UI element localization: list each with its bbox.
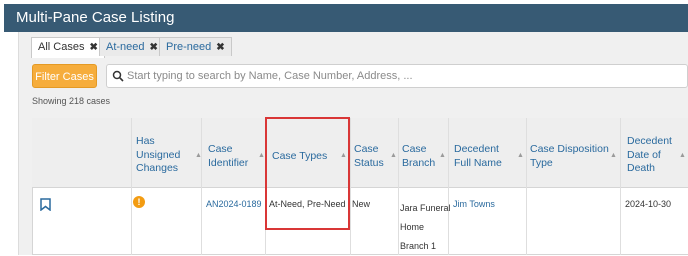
sort-icon[interactable]: ▲ (195, 152, 202, 159)
page-title: Multi-Pane Case Listing (16, 9, 175, 26)
search-placeholder: Start typing to search by Name, Case Num… (127, 70, 413, 82)
column-disposition (526, 118, 620, 255)
tab-label: All Cases (38, 41, 85, 53)
bookmark-icon[interactable] (40, 198, 51, 211)
sort-icon[interactable]: ▲ (390, 152, 397, 159)
sort-icon[interactable]: ▲ (517, 152, 524, 159)
date-of-death-value: 2024-10-30 (625, 199, 672, 209)
column-case-identifier (201, 118, 265, 255)
case-status-value: New (352, 199, 371, 209)
title-bar: Multi-Pane Case Listing (4, 4, 688, 32)
header-decedent-date-of-death[interactable]: Decedent Date of Death (627, 135, 672, 176)
close-icon[interactable]: ✖ (216, 42, 224, 53)
column-case-status (350, 118, 398, 255)
sort-icon[interactable]: ▲ (258, 152, 265, 159)
header-case-status[interactable]: Case Status (354, 143, 384, 170)
decedent-name-link[interactable]: Jim Towns (453, 199, 495, 209)
close-icon[interactable]: ✖ (150, 42, 158, 53)
tab-label: Pre-need (166, 41, 212, 53)
header-decedent-full-name[interactable]: Decedent Full Name (454, 143, 502, 170)
warning-icon: ! (133, 196, 145, 208)
header-case-disposition-type[interactable]: Case Disposition Type (530, 143, 609, 170)
close-icon[interactable]: ✖ (89, 42, 97, 53)
header-case-identifier[interactable]: Case Identifier (208, 143, 248, 170)
tab-label: At-need (106, 41, 145, 53)
tab-pre-need[interactable]: Pre-need ✖ (159, 37, 232, 56)
tab-all-cases[interactable]: All Cases ✖ (31, 37, 105, 58)
sort-icon[interactable]: ▲ (610, 152, 617, 159)
sort-icon[interactable]: ▲ (679, 152, 686, 159)
search-input[interactable]: Start typing to search by Name, Case Num… (106, 64, 688, 88)
column-decedent-name (448, 118, 526, 255)
case-types-highlight-box (265, 117, 350, 230)
sort-icon[interactable]: ▲ (439, 152, 446, 159)
case-identifier-link[interactable]: AN2024-0189 (206, 199, 262, 209)
header-has-unsigned-changes[interactable]: Has Unsigned Changes (136, 135, 180, 176)
case-branch-value: Jara Funeral Home Branch 1 (400, 203, 451, 251)
tab-at-need[interactable]: At-need ✖ (99, 37, 165, 56)
filter-cases-button[interactable]: Filter Cases (32, 64, 97, 88)
search-icon (112, 70, 124, 82)
header-case-branch[interactable]: Case Branch (402, 143, 435, 170)
results-count: Showing 218 cases (32, 96, 111, 106)
